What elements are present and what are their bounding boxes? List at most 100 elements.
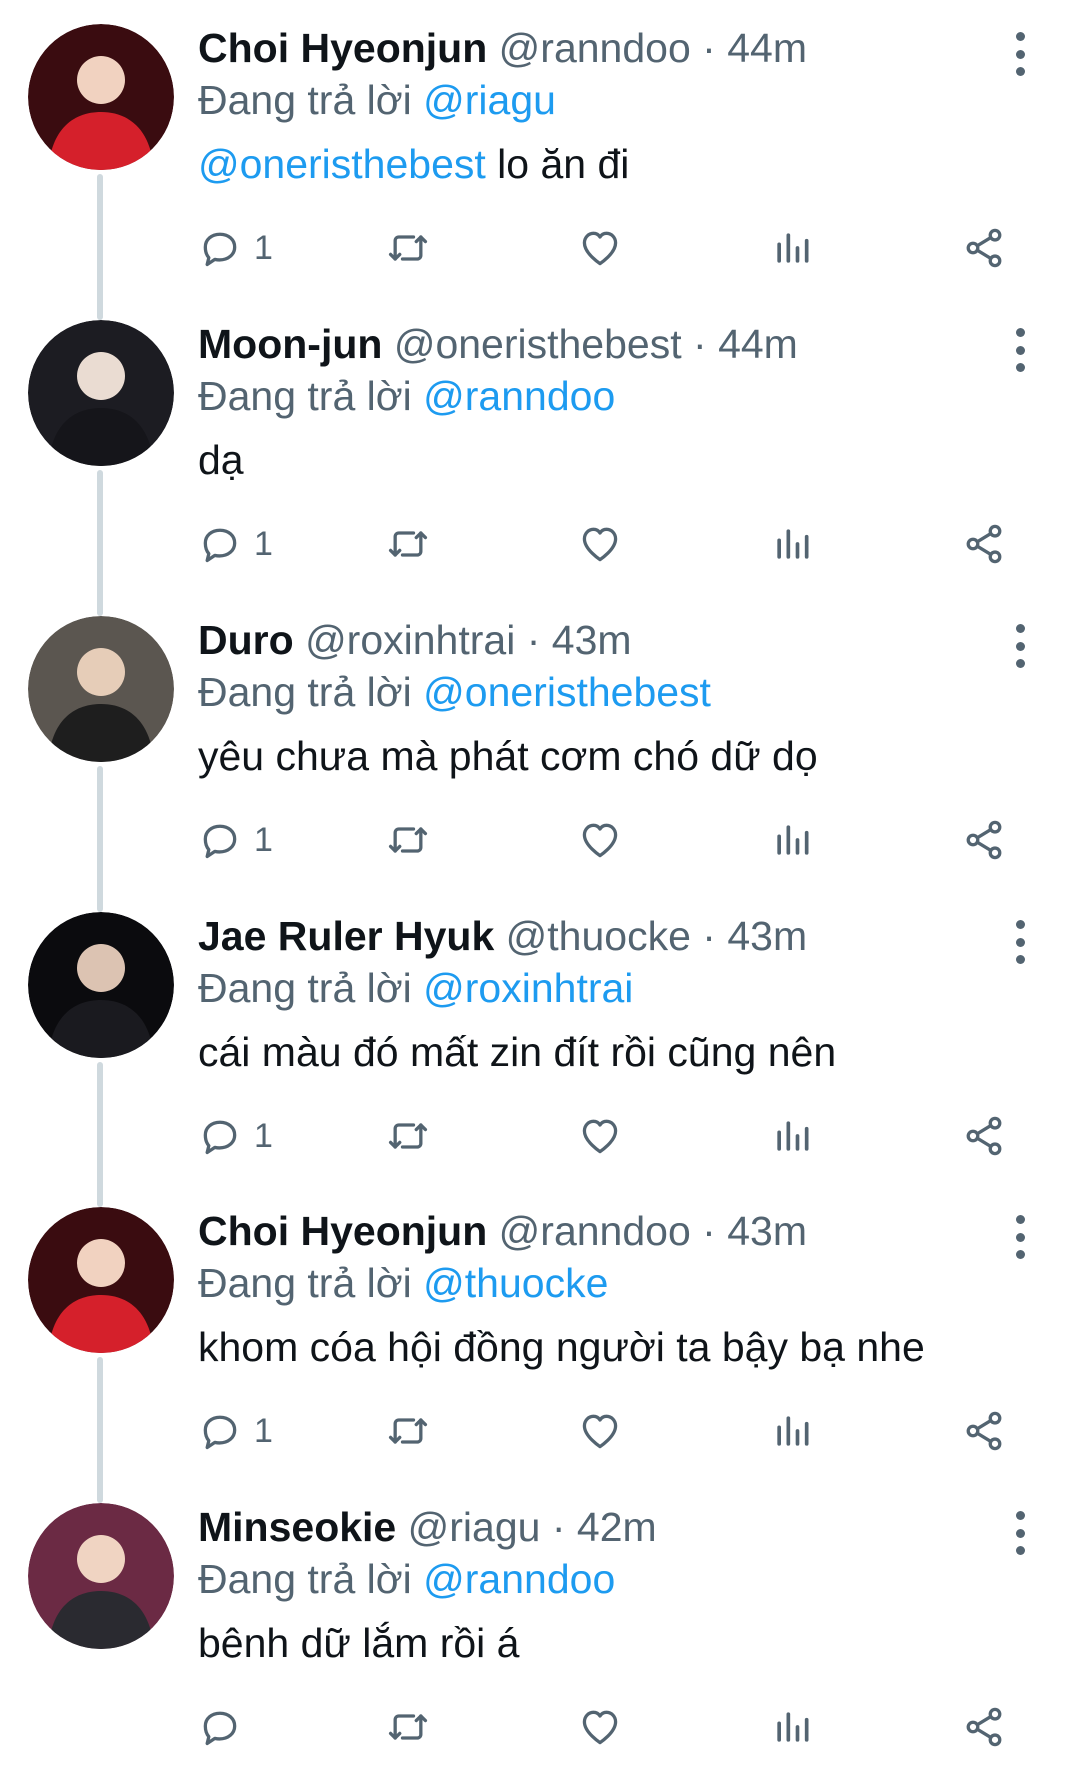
avatar[interactable]	[28, 320, 174, 466]
reply-button[interactable]: 1	[198, 1108, 273, 1164]
replying-to: Đang trả lời @riagu	[198, 74, 556, 126]
display-name[interactable]: Duro	[198, 617, 294, 663]
heart-icon	[578, 522, 622, 566]
like-button[interactable]	[578, 812, 622, 868]
separator-dot: ·	[702, 913, 716, 959]
replying-to-mention[interactable]: @roxinhtrai	[423, 965, 633, 1011]
heart-icon	[578, 1114, 622, 1158]
heart-icon	[578, 1705, 622, 1749]
heart-icon	[578, 1409, 622, 1453]
more-options-icon[interactable]	[1000, 322, 1040, 378]
replying-to-mention[interactable]: @ranndoo	[423, 1556, 615, 1602]
heart-icon	[578, 226, 622, 270]
tweet-actions: 1	[198, 220, 1018, 276]
reply-icon	[198, 1114, 242, 1158]
reply-button[interactable]: 1	[198, 812, 273, 868]
more-options-icon[interactable]	[1000, 914, 1040, 970]
retweet-button[interactable]	[386, 812, 430, 868]
username[interactable]: @oneristhebest	[394, 321, 682, 367]
reply-count: 1	[254, 524, 273, 563]
tweet-body: dạ	[198, 437, 244, 483]
timestamp[interactable]: 43m	[727, 913, 807, 959]
like-button[interactable]	[578, 1699, 622, 1755]
tweet[interactable]: Choi Hyeonjun @ranndoo · 44m Đang trả lờ…	[0, 0, 1080, 320]
reply-button[interactable]: 1	[198, 220, 273, 276]
views-button[interactable]	[770, 1108, 814, 1164]
more-options-icon[interactable]	[1000, 26, 1040, 82]
retweet-button[interactable]	[386, 1699, 430, 1755]
timestamp[interactable]: 44m	[718, 321, 798, 367]
views-button[interactable]	[770, 812, 814, 868]
replying-to-mention[interactable]: @thuocke	[423, 1260, 608, 1306]
avatar[interactable]	[28, 616, 174, 762]
username[interactable]: @thuocke	[506, 913, 691, 959]
separator-dot: ·	[693, 321, 707, 367]
retweet-icon	[386, 1114, 430, 1158]
text-mention[interactable]: @oneristhebest	[198, 141, 486, 187]
share-button[interactable]	[962, 516, 1006, 572]
like-button[interactable]	[578, 220, 622, 276]
share-icon	[962, 1705, 1006, 1749]
avatar[interactable]	[28, 1503, 174, 1649]
timestamp[interactable]: 42m	[577, 1504, 657, 1550]
avatar[interactable]	[28, 24, 174, 170]
separator-dot: ·	[702, 1208, 716, 1254]
timestamp[interactable]: 43m	[552, 617, 632, 663]
views-icon	[770, 226, 814, 270]
reply-button[interactable]: 1	[198, 1403, 273, 1459]
display-name[interactable]: Moon-jun	[198, 321, 382, 367]
like-button[interactable]	[578, 516, 622, 572]
tweet-text: bênh dữ lắm rồi á	[198, 1617, 519, 1669]
reply-button[interactable]	[198, 1699, 254, 1755]
retweet-icon	[386, 1409, 430, 1453]
username[interactable]: @ranndoo	[499, 1208, 691, 1254]
timestamp[interactable]: 43m	[727, 1208, 807, 1254]
tweet-actions	[198, 1699, 1018, 1755]
display-name[interactable]: Jae Ruler Hyuk	[198, 913, 494, 959]
replying-to-mention[interactable]: @ranndoo	[423, 373, 615, 419]
avatar[interactable]	[28, 912, 174, 1058]
tweet[interactable]: Moon-jun @oneristhebest · 44m Đang trả l…	[0, 296, 1080, 616]
timestamp[interactable]: 44m	[727, 25, 807, 71]
username[interactable]: @ranndoo	[499, 25, 691, 71]
retweet-button[interactable]	[386, 1108, 430, 1164]
views-button[interactable]	[770, 1403, 814, 1459]
display-name[interactable]: Choi Hyeonjun	[198, 25, 487, 71]
share-button[interactable]	[962, 220, 1006, 276]
replying-to-mention[interactable]: @riagu	[423, 77, 556, 123]
tweet[interactable]: Duro @roxinhtrai · 43m Đang trả lời @one…	[0, 592, 1080, 912]
display-name[interactable]: Choi Hyeonjun	[198, 1208, 487, 1254]
reply-button[interactable]: 1	[198, 516, 273, 572]
more-options-icon[interactable]	[1000, 1209, 1040, 1265]
tweet-text: @oneristhebest lo ăn đi	[198, 138, 629, 190]
tweet[interactable]: Minseokie @riagu · 42m Đang trả lời @ran…	[0, 1479, 1080, 1775]
like-button[interactable]	[578, 1108, 622, 1164]
views-button[interactable]	[770, 1699, 814, 1755]
replying-to-mention[interactable]: @oneristhebest	[423, 669, 711, 715]
share-button[interactable]	[962, 1403, 1006, 1459]
retweet-button[interactable]	[386, 516, 430, 572]
tweet[interactable]: Jae Ruler Hyuk @thuocke · 43m Đang trả l…	[0, 888, 1080, 1207]
views-button[interactable]	[770, 516, 814, 572]
tweet-text: dạ	[198, 434, 244, 486]
avatar[interactable]	[28, 1207, 174, 1353]
like-button[interactable]	[578, 1403, 622, 1459]
share-button[interactable]	[962, 1699, 1006, 1755]
username[interactable]: @roxinhtrai	[305, 617, 515, 663]
retweet-button[interactable]	[386, 1403, 430, 1459]
tweet[interactable]: Choi Hyeonjun @ranndoo · 43m Đang trả lờ…	[0, 1183, 1080, 1503]
tweet-body: cái màu đó mất zin đít rồi cũng nên	[198, 1029, 837, 1075]
username[interactable]: @riagu	[408, 1504, 541, 1550]
tweet-actions: 1	[198, 516, 1018, 572]
more-options-icon[interactable]	[1000, 1505, 1040, 1561]
share-button[interactable]	[962, 1108, 1006, 1164]
views-button[interactable]	[770, 220, 814, 276]
tweet-actions: 1	[198, 1403, 1018, 1459]
more-options-icon[interactable]	[1000, 618, 1040, 674]
retweet-button[interactable]	[386, 220, 430, 276]
display-name[interactable]: Minseokie	[198, 1504, 396, 1550]
replying-to-label: Đang trả lời	[198, 669, 412, 715]
share-icon	[962, 1114, 1006, 1158]
reply-count: 1	[254, 820, 273, 859]
share-button[interactable]	[962, 812, 1006, 868]
